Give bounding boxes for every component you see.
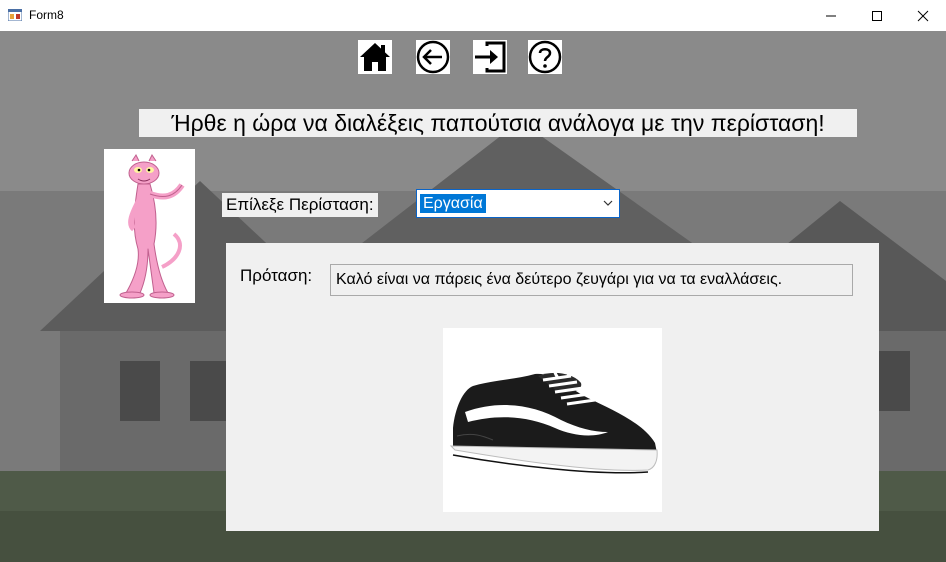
back-button[interactable] [416, 40, 450, 74]
chevron-down-icon[interactable] [603, 198, 613, 208]
home-icon [360, 43, 390, 71]
occasion-dropdown[interactable]: Εργασία [416, 189, 620, 218]
black-sneaker-image [443, 328, 662, 512]
page-heading: Ήρθε η ώρα να διαλέξεις παπούτσια ανάλογ… [139, 109, 857, 137]
window-title: Form8 [29, 8, 64, 22]
winforms-app-icon [8, 9, 22, 21]
suggestion-panel: Πρόταση: Καλό είναι να πάρεις ένα δεύτερ… [226, 243, 879, 531]
maximize-icon [872, 10, 882, 21]
title-bar: Form8 [0, 0, 946, 32]
help-button[interactable] [528, 40, 562, 74]
minimize-icon [826, 15, 836, 16]
pink-panther-image [104, 149, 195, 303]
home-button[interactable] [358, 40, 392, 74]
minimize-button[interactable] [808, 0, 854, 31]
close-icon [917, 10, 929, 21]
occasion-label: Επίλεξε Περίσταση: [222, 193, 378, 217]
exit-button[interactable] [473, 40, 507, 74]
suggestion-label: Πρόταση: [240, 266, 313, 285]
back-arrow-icon [416, 40, 450, 74]
suggestion-text-field: Καλό είναι να πάρεις ένα δεύτερο ζευγάρι… [330, 264, 853, 296]
form-client-area: Ήρθε η ώρα να διαλέξεις παπούτσια ανάλογ… [0, 31, 946, 562]
maximize-button[interactable] [854, 0, 900, 31]
shoe-picture [443, 328, 662, 512]
help-icon [528, 40, 562, 74]
exit-icon [475, 41, 506, 73]
occasion-selected-value: Εργασία [420, 194, 486, 213]
character-picture [104, 149, 195, 303]
close-button[interactable] [900, 0, 946, 31]
